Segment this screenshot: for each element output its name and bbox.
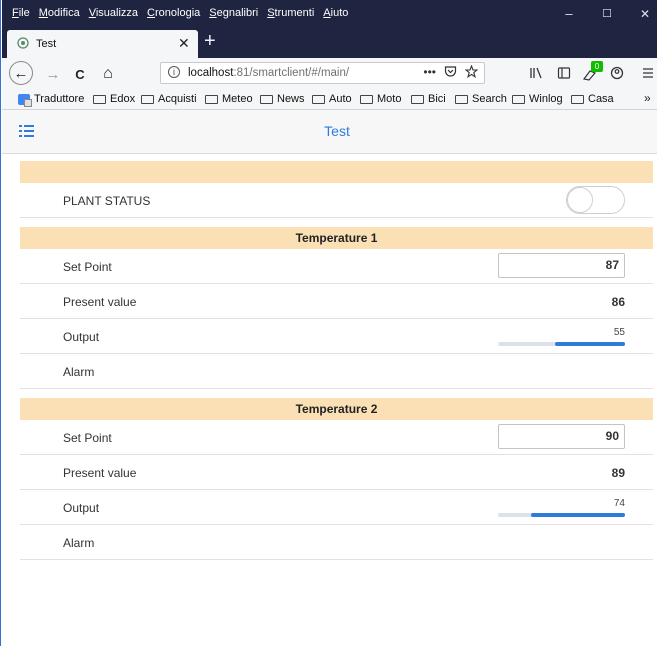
folder-icon [360,94,373,104]
bookmark-acquisti[interactable]: Acquisti [141,93,197,105]
bookmark-star-icon[interactable] [465,65,478,78]
t2-output-label: Output [63,501,100,515]
tab-test[interactable]: Test ✕ [7,30,198,58]
sidebar-toggle-icon[interactable] [557,66,571,80]
menu-aiuto[interactable]: Aiuto [323,7,348,19]
t2-alarm-label: Alarm [63,536,95,550]
t2-setpoint-input[interactable]: 90 [498,424,625,449]
t1-alarm-label: Alarm [63,365,95,379]
folder-icon [571,94,584,104]
t1-setpoint-input[interactable]: 87 [498,253,625,278]
bookmark-edox[interactable]: Edox [93,93,135,105]
t1-output-row: Output 55 [20,319,653,354]
t1-present-row: Present value 86 [20,284,653,319]
menu-visualizza[interactable]: Visualizza [89,7,138,19]
close-window-button[interactable]: ✕ [626,0,657,27]
folder-icon [411,94,424,104]
tab-title: Test [36,38,57,50]
app-header: Test [2,110,657,154]
browser-window: File Modifica Visualizza Cronologia Segn… [0,0,657,646]
pocket-icon[interactable] [444,65,457,78]
home-button[interactable]: ⌂ [97,63,119,85]
plant-status-toggle[interactable] [566,186,625,214]
menu-cronologia[interactable]: Cronologia [147,7,200,19]
bookmark-moto[interactable]: Moto [360,93,401,105]
addon-badge: 0 [591,61,603,72]
plant-status-row: PLANT STATUS [20,183,653,218]
tab-bar: Test ✕ + [2,27,657,58]
t2-setpoint-label: Set Point [63,431,112,445]
t2-output-bar [498,513,625,517]
temperature-2-header: Temperature 2 [20,398,653,420]
bookmark-auto[interactable]: Auto [312,93,352,105]
page-favicon-icon [17,37,29,49]
navigation-bar: ← → C ⌂ i localhost:81/smartclient/#/mai… [2,58,657,89]
t1-output-bar [498,342,625,346]
t2-setpoint-row: Set Point 90 [20,420,653,455]
translate-icon [18,93,32,107]
menu-strumenti[interactable]: Strumenti [267,7,314,19]
t1-setpoint-label: Set Point [63,260,112,274]
page-title: Test [324,123,350,139]
t2-present-row: Present value 89 [20,455,653,490]
page-actions-icon[interactable]: ••• [423,65,436,79]
folder-icon [93,94,106,104]
forward-button[interactable]: → [42,63,64,85]
library-icon[interactable] [529,66,543,80]
bookmark-winlog[interactable]: Winlog [512,93,563,105]
open-menu-icon[interactable] [642,67,654,79]
back-button[interactable]: ← [9,61,33,85]
menu-modifica[interactable]: Modifica [39,7,80,19]
t1-present-label: Present value [63,295,137,309]
bookmark-search[interactable]: Search [455,93,507,105]
menu-segnalibri[interactable]: Segnalibri [209,7,258,19]
plant-status-label: PLANT STATUS [63,194,151,208]
folder-icon [260,94,273,104]
t2-output-value: 74 [613,498,625,509]
t1-alarm-row: Alarm [20,354,653,389]
t1-setpoint-row: Set Point 87 [20,249,653,284]
t1-output-value: 55 [613,327,625,338]
plant-section-header [20,161,653,183]
new-tab-button[interactable]: + [204,30,216,53]
t2-alarm-row: Alarm [20,525,653,560]
menu-file[interactable]: File [12,7,30,19]
folder-icon [141,94,154,104]
menu-bar: File Modifica Visualizza Cronologia Segn… [2,0,657,27]
bookmark-traduttore[interactable]: Traduttore [18,93,84,107]
site-info-icon[interactable]: i [168,66,180,78]
t2-present-label: Present value [63,466,137,480]
account-icon[interactable] [610,66,624,80]
minimize-button[interactable]: – [550,0,588,27]
bookmark-casa[interactable]: Casa [571,93,614,105]
t1-output-label: Output [63,330,100,344]
bookmarks-bar: Traduttore Edox Acquisti Meteo News Auto… [2,89,657,110]
bookmark-meteo[interactable]: Meteo [205,93,253,105]
t1-present-value: 86 [611,295,625,309]
url-text[interactable]: localhost:81/smartclient/#/main/ [188,67,349,79]
folder-icon [205,94,218,104]
t2-output-row: Output 74 [20,490,653,525]
bookmark-bici[interactable]: Bici [411,93,446,105]
folder-icon [512,94,525,104]
close-tab-icon[interactable]: ✕ [178,35,190,52]
folder-icon [455,94,468,104]
maximize-button[interactable]: ☐ [588,0,626,27]
url-bar[interactable]: i localhost:81/smartclient/#/main/ ••• [160,62,485,84]
temperature-1-header: Temperature 1 [20,227,653,249]
bookmark-news[interactable]: News [260,93,305,105]
t2-present-value: 89 [611,466,625,480]
folder-icon [312,94,325,104]
more-bookmarks-icon[interactable]: » [644,91,651,105]
reload-button[interactable]: C [69,63,91,85]
